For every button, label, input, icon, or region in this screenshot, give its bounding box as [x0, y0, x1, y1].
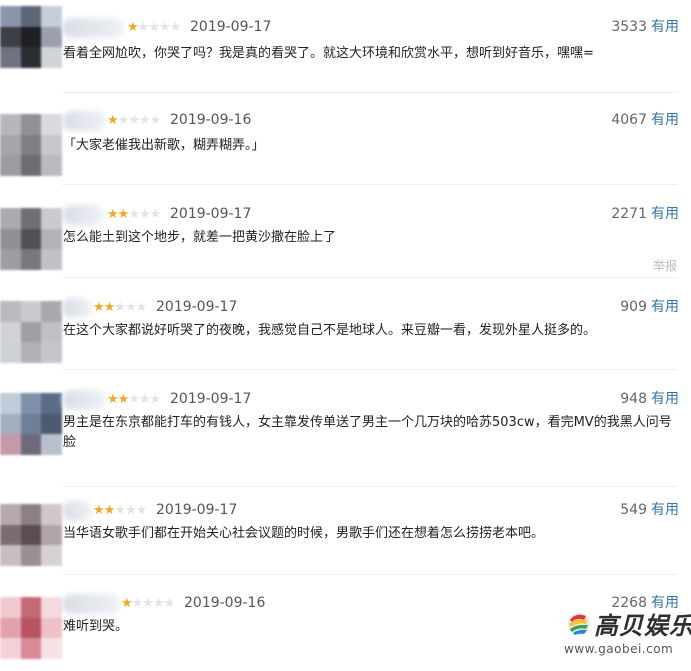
star-icon: ★ [149, 207, 162, 222]
comment-item: ★★★★★ 2019-09-16 4067 有用 「大家老催我出新歌，糊弄糊弄。」 [0, 96, 691, 184]
avatar[interactable] [0, 301, 62, 363]
watermark: 高贝娱乐 www.gaobei.com [562, 604, 691, 666]
username-redacted[interactable] [62, 298, 92, 318]
star-icon: ★ [114, 300, 126, 315]
rating-stars-icon: ★★★★★ [107, 392, 162, 408]
comment-item: ★★★★★ 2019-09-17 2271 有用 怎么能土到这个地步，就差一把黄沙撒在脸… [0, 190, 691, 278]
comment-text: 在这个大家都说好听哭了的夜晚，我感觉自己不是地球人。来豆瓣一看，发现外星人挺多的… [63, 323, 597, 338]
useful-vote-button[interactable]: 有用 [651, 205, 679, 223]
avatar[interactable] [0, 393, 62, 455]
avatar[interactable] [0, 6, 62, 68]
comment-text: 看着全网尬吹，你哭了吗？我是真的看哭了。就这大环境和欣赏水平，想听到好音乐，嘿嘿… [63, 46, 594, 61]
vote-count: 549 [620, 502, 647, 518]
username-redacted[interactable] [62, 205, 104, 225]
username-redacted[interactable] [62, 18, 124, 38]
comment-text: 当华语女歌手们都在开始关心社会议题的时候，男歌手们还在想着怎么捞捞老本吧。 [63, 526, 545, 541]
star-icon: ★ [107, 392, 119, 407]
star-icon: ★ [103, 503, 116, 518]
star-icon: ★ [93, 503, 105, 518]
comment-date: 2019-09-17 [190, 19, 272, 35]
watermark-title: 高贝娱乐 [594, 611, 691, 640]
star-icon: ★ [149, 392, 162, 407]
useful-vote-button[interactable]: 有用 [651, 111, 679, 129]
comment-date: 2019-09-16 [170, 112, 252, 128]
comment-item: ★★★★★ 2019-09-17 948 有用 男主是在东京都能打车的有钱人，女主靠发传… [0, 375, 691, 497]
avatar[interactable] [0, 597, 62, 659]
star-icon: ★ [163, 596, 176, 611]
star-icon: ★ [128, 207, 140, 222]
star-icon: ★ [152, 596, 165, 611]
star-icon: ★ [149, 113, 162, 128]
comment-date: 2019-09-17 [170, 206, 252, 222]
star-icon: ★ [169, 20, 182, 35]
star-icon: ★ [124, 503, 137, 518]
star-icon: ★ [107, 207, 119, 222]
star-icon: ★ [124, 300, 137, 315]
username-redacted[interactable] [62, 111, 106, 131]
comment-text: 男主是在东京都能打车的有钱人，女主靠发传单送了男主一个几万块的哈苏503cw，看… [63, 415, 672, 450]
star-icon: ★ [131, 596, 144, 611]
star-icon: ★ [117, 392, 130, 407]
comment-date: 2019-09-17 [170, 391, 252, 407]
star-icon: ★ [128, 392, 140, 407]
star-icon: ★ [148, 20, 160, 35]
comment-item: ★★★★★ 2019-09-17 3533 有用 看着全网尬吹，你哭了吗？我是真的看哭了… [0, 4, 691, 92]
star-icon: ★ [138, 207, 151, 222]
star-icon: ★ [158, 20, 171, 35]
username-redacted[interactable] [62, 390, 106, 410]
divider [62, 486, 677, 487]
star-icon: ★ [107, 113, 119, 128]
comment-text: 「大家老催我出新歌，糊弄糊弄。」 [63, 138, 265, 153]
avatar[interactable] [0, 208, 62, 270]
divider [62, 92, 677, 93]
star-icon: ★ [128, 113, 140, 128]
star-icon: ★ [135, 503, 148, 518]
comment-item: ★★★★★ 2019-09-17 909 有用 在这个大家都说好听哭了的夜晚，我感觉自己… [0, 283, 691, 371]
comment-date: 2019-09-17 [156, 502, 238, 518]
useful-vote-button[interactable]: 有用 [651, 298, 679, 316]
rating-stars-icon: ★★★★★ [127, 20, 182, 36]
divider [62, 277, 677, 278]
useful-vote-button[interactable]: 有用 [651, 390, 679, 408]
comment-date: 2019-09-16 [184, 595, 266, 611]
star-icon: ★ [135, 300, 148, 315]
vote-count: 3533 [611, 19, 647, 35]
vote-count: 4067 [611, 112, 647, 128]
comment-text: 怎么能土到这个地步，就差一把黄沙撒在脸上了 [63, 230, 337, 245]
report-link[interactable]: 举报 [653, 259, 677, 273]
star-icon: ★ [142, 596, 154, 611]
rating-stars-icon: ★★★★★ [107, 207, 162, 223]
vote-count: 948 [620, 391, 647, 407]
username-redacted[interactable] [62, 501, 92, 521]
comment-item: ★★★★★ 2019-09-17 549 有用 当华语女歌手们都在开始关心社会议题的时候… [0, 486, 691, 574]
username-redacted[interactable] [62, 594, 120, 614]
watermark-url: www.gaobei.com [564, 642, 674, 656]
star-icon: ★ [127, 20, 139, 35]
useful-vote-button[interactable]: 有用 [651, 501, 679, 519]
star-icon: ★ [103, 300, 116, 315]
watermark-logo-icon [568, 613, 590, 635]
star-icon: ★ [121, 596, 133, 611]
star-icon: ★ [137, 20, 150, 35]
useful-vote-button[interactable]: 有用 [651, 18, 679, 36]
vote-count: 2271 [611, 206, 647, 222]
star-icon: ★ [114, 503, 126, 518]
divider [62, 574, 677, 575]
rating-stars-icon: ★★★★★ [121, 596, 176, 612]
avatar[interactable] [0, 504, 62, 566]
divider [62, 184, 677, 185]
avatar[interactable] [0, 114, 62, 176]
vote-count: 909 [620, 299, 647, 315]
star-icon: ★ [93, 300, 105, 315]
rating-stars-icon: ★★★★★ [107, 113, 162, 129]
star-icon: ★ [138, 392, 151, 407]
star-icon: ★ [117, 207, 130, 222]
comment-date: 2019-09-17 [156, 299, 238, 315]
star-icon: ★ [117, 113, 130, 128]
star-icon: ★ [138, 113, 151, 128]
rating-stars-icon: ★★★★★ [93, 503, 148, 519]
divider [62, 369, 677, 370]
rating-stars-icon: ★★★★★ [93, 300, 148, 316]
